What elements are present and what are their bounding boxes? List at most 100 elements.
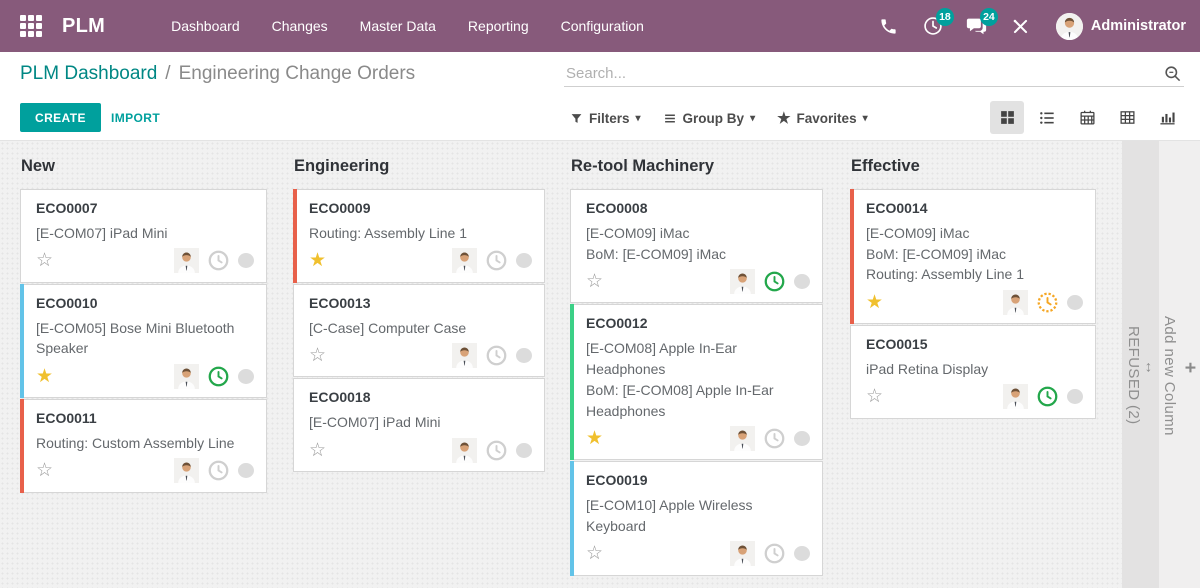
star-icon[interactable]: ☆ (36, 251, 53, 270)
star-icon[interactable]: ☆ (586, 272, 603, 291)
activity-clock-icon[interactable] (1037, 292, 1058, 313)
messages-chat-icon[interactable]: 24 (960, 9, 994, 43)
avatar[interactable] (174, 458, 199, 483)
kanban-status-dot[interactable] (238, 253, 254, 268)
card-lines: [E-COM05] Bose Mini Bluetooth Speaker (36, 318, 254, 359)
star-icon[interactable]: ★ (309, 251, 326, 270)
main-menu: Dashboard Changes Master Data Reporting … (159, 10, 656, 42)
kanban-card[interactable]: ECO0019 [E-COM10] Apple Wireless Keyboar… (570, 461, 823, 575)
group-by-dropdown[interactable]: Group By▾ (663, 111, 756, 126)
kanban-status-dot[interactable] (516, 253, 532, 268)
user-menu[interactable]: Administrator (1056, 13, 1186, 40)
star-icon[interactable]: ★ (36, 367, 53, 386)
avatar[interactable] (452, 438, 477, 463)
pivot-view-button[interactable] (1110, 101, 1144, 134)
activity-clock-icon[interactable] (764, 543, 785, 564)
search-icon[interactable] (1163, 64, 1182, 83)
menu-configuration[interactable]: Configuration (549, 10, 656, 42)
kanban-card[interactable]: ECO0008 [E-COM09] iMacBoM: [E-COM09] iMa… (570, 189, 823, 303)
kanban-status-dot[interactable] (516, 443, 532, 458)
avatar[interactable] (452, 343, 477, 368)
menu-changes[interactable]: Changes (260, 10, 340, 42)
filters-dropdown[interactable]: Filters▾ (570, 111, 641, 126)
card-lines: [E-COM07] iPad Mini (309, 412, 532, 433)
avatar[interactable] (730, 426, 755, 451)
kanban-status-dot[interactable] (794, 274, 810, 289)
kanban-card[interactable]: ECO0018 [E-COM07] iPad Mini ☆ (293, 378, 545, 472)
star-icon[interactable]: ☆ (866, 387, 883, 406)
activity-clock-icon[interactable] (208, 250, 229, 271)
graph-view-button[interactable] (1150, 101, 1184, 134)
avatar[interactable] (1003, 290, 1028, 315)
kanban-card[interactable]: ECO0013 [C-Case] Computer Case ☆ (293, 284, 545, 378)
apps-grid-icon[interactable] (18, 13, 44, 39)
kanban-card[interactable]: ECO0007 [E-COM07] iPad Mini ☆ (20, 189, 267, 283)
star-icon[interactable]: ☆ (586, 544, 603, 563)
kanban-status-dot[interactable] (1067, 389, 1083, 404)
favorites-dropdown[interactable]: ★ Favorites▾ (777, 109, 868, 127)
page-title: Engineering Change Orders (179, 63, 416, 85)
app-title[interactable]: PLM (62, 15, 105, 38)
list-view-button[interactable] (1030, 101, 1064, 134)
activity-clock-icon[interactable] (208, 366, 229, 387)
menu-master-data[interactable]: Master Data (348, 10, 448, 42)
activity-clock-icon[interactable] (208, 460, 229, 481)
menu-reporting[interactable]: Reporting (456, 10, 541, 42)
calendar-view-button[interactable] (1070, 101, 1104, 134)
activity-clock-icon[interactable] (486, 440, 507, 461)
add-new-column[interactable]: + Add new Column (1159, 141, 1200, 588)
search-box (564, 61, 1184, 87)
breadcrumb-parent-link[interactable]: PLM Dashboard (20, 63, 157, 85)
avatar[interactable] (730, 541, 755, 566)
tools-wrench-icon[interactable] (1004, 9, 1038, 43)
kanban-status-dot[interactable] (794, 431, 810, 446)
kanban-card[interactable]: ECO0014 [E-COM09] iMacBoM: [E-COM09] iMa… (850, 189, 1096, 324)
kanban-card[interactable]: ECO0009 Routing: Assembly Line 1 ★ (293, 189, 545, 283)
star-icon[interactable]: ★ (586, 429, 603, 448)
kanban-card[interactable]: ECO0015 iPad Retina Display ☆ (850, 325, 1096, 419)
kanban-card[interactable]: ECO0011 Routing: Custom Assembly Line ☆ (20, 399, 267, 493)
avatar[interactable] (452, 248, 477, 273)
activity-clock-icon[interactable] (486, 250, 507, 271)
card-lines: iPad Retina Display (866, 359, 1083, 380)
card-color-strip (293, 189, 297, 283)
search-input[interactable] (566, 65, 1163, 82)
star-icon[interactable]: ★ (866, 293, 883, 312)
star-icon[interactable]: ☆ (309, 441, 326, 460)
avatar[interactable] (730, 269, 755, 294)
kanban-icon (999, 109, 1016, 126)
column-title: Effective (851, 157, 1096, 176)
activity-clock-icon[interactable] (1037, 386, 1058, 407)
avatar[interactable] (174, 248, 199, 273)
create-button[interactable]: CREATE (20, 103, 101, 132)
column-title: Re-tool Machinery (571, 157, 823, 176)
collapsed-column-refused[interactable]: ↔ REFUSED (2) (1122, 141, 1159, 588)
kanban-status-dot[interactable] (516, 348, 532, 363)
card-lines: Routing: Assembly Line 1 (309, 223, 532, 244)
search-options: Filters▾ Group By▾ ★ Favorites▾ (570, 96, 868, 140)
kanban-status-dot[interactable] (238, 369, 254, 384)
card-color-strip (20, 399, 24, 493)
kanban-status-dot[interactable] (794, 546, 810, 561)
avatar[interactable] (174, 364, 199, 389)
kanban-status-dot[interactable] (238, 463, 254, 478)
activity-clock-icon[interactable] (764, 271, 785, 292)
kanban-view-button[interactable] (990, 101, 1024, 134)
kanban-card[interactable]: ECO0012 [E-COM08] Apple In-Ear Headphone… (570, 304, 823, 460)
kanban-status-dot[interactable] (1067, 295, 1083, 310)
activity-clock-icon[interactable] (764, 428, 785, 449)
menu-dashboard[interactable]: Dashboard (159, 10, 252, 42)
card-line: iPad Retina Display (866, 359, 1083, 380)
star-icon[interactable]: ☆ (309, 346, 326, 365)
phone-icon[interactable] (872, 9, 906, 43)
card-lines: [E-COM10] Apple Wireless Keyboard (586, 495, 810, 536)
kanban-card[interactable]: ECO0010 [E-COM05] Bose Mini Bluetooth Sp… (20, 284, 267, 398)
avatar[interactable] (1003, 384, 1028, 409)
star-icon[interactable]: ☆ (36, 461, 53, 480)
card-lines: [E-COM09] iMacBoM: [E-COM09] iMacRouting… (866, 223, 1083, 285)
activities-clock-icon[interactable]: 18 (916, 9, 950, 43)
import-button[interactable]: IMPORT (101, 103, 170, 132)
card-footer: ☆ (36, 247, 254, 275)
activity-clock-icon[interactable] (486, 345, 507, 366)
card-color-strip (850, 189, 854, 324)
